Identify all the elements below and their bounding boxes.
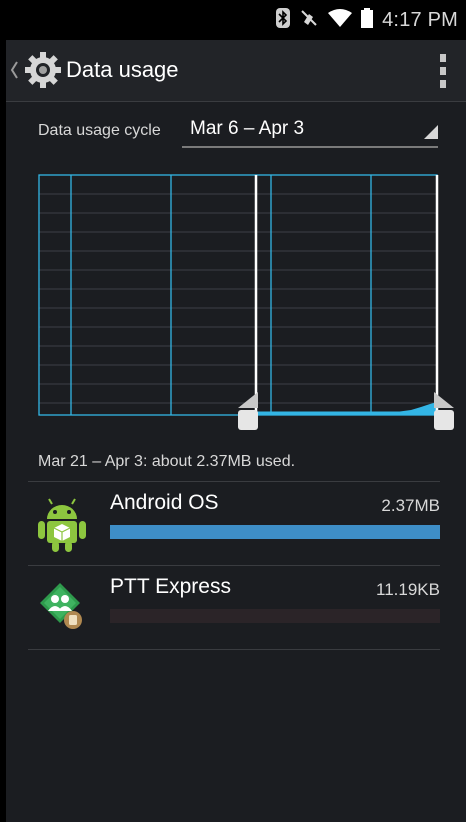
cycle-value: Mar 6 – Apr 3: [190, 118, 305, 139]
cycle-spinner[interactable]: Mar 6 – Apr 3: [182, 114, 438, 148]
android-os-icon: [38, 493, 86, 558]
wifi-icon: [328, 8, 353, 32]
usage-bar: [110, 525, 440, 539]
up-navigation-icon[interactable]: [10, 61, 18, 84]
usage-bar: [110, 609, 440, 623]
overflow-menu-icon[interactable]: [438, 54, 448, 88]
divider: [28, 481, 440, 482]
usage-summary: Mar 21 – Apr 3: about 2.37MB used.: [38, 453, 296, 470]
usage-bar-fill: [110, 525, 440, 539]
screen: 4:17 PM Data usage Data usage cycle Mar …: [6, 0, 466, 822]
divider: [28, 565, 440, 566]
data-usage-cycle-row: Data usage cycle Mar 6 – Apr 3: [28, 114, 438, 150]
app-row-ptt-express[interactable]: PTT Express 11.19KB: [28, 567, 440, 649]
action-bar: Data usage: [6, 40, 466, 102]
app-name: Android OS: [110, 491, 219, 514]
spinner-indicator-icon: [424, 125, 438, 144]
mute-icon: [299, 8, 319, 33]
status-time: 4:17 PM: [382, 8, 458, 31]
app-name: PTT Express: [110, 575, 231, 598]
bluetooth-icon: [276, 7, 291, 33]
cycle-label: Data usage cycle: [38, 122, 161, 139]
app-row-android-os[interactable]: Android OS 2.37MB: [28, 483, 440, 565]
divider: [28, 649, 440, 650]
gear-icon[interactable]: [23, 50, 63, 95]
battery-icon: [361, 7, 374, 33]
app-size: 2.37MB: [381, 496, 440, 515]
ptt-express-icon: [38, 577, 86, 638]
app-size: 11.19KB: [376, 580, 440, 599]
page-title: Data usage: [66, 57, 179, 82]
status-bar: 4:17 PM: [6, 0, 466, 40]
status-icons: 4:17 PM: [276, 0, 458, 40]
usage-chart[interactable]: [6, 160, 466, 440]
